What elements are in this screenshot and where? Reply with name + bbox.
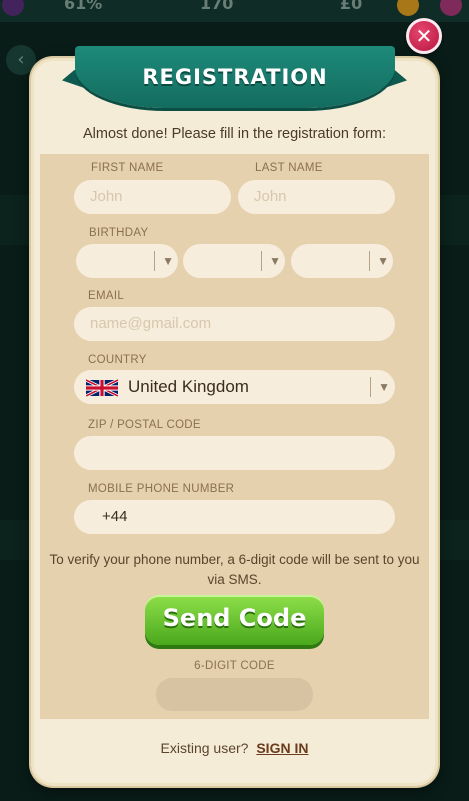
modal-title: REGISTRATION [142,65,328,89]
footer: Existing user? SIGN IN [40,740,429,756]
chevron-down-icon: ▼ [154,251,174,271]
phone-value: +44 [102,508,128,525]
first-name-field[interactable]: John [74,180,231,214]
zip-field[interactable] [74,436,395,470]
send-code-button[interactable]: Send Code [145,595,324,645]
code-field[interactable] [156,678,313,711]
country-label: COUNTRY [88,354,147,366]
country-value: United Kingdom [128,377,249,396]
chevron-down-icon: ▼ [370,377,390,397]
existing-user-text: Existing user? [160,740,249,756]
country-select[interactable]: United Kingdom ▼ [74,370,395,404]
title-ribbon: REGISTRATION [75,46,395,108]
phone-label: MOBILE PHONE NUMBER [88,483,235,495]
sms-note: To verify your phone number, a 6-digit c… [49,552,420,587]
first-name-label: FIRST NAME [91,162,164,174]
birthday-year-select[interactable]: ▼ [291,244,393,278]
last-name-field[interactable]: John [238,180,395,214]
uk-flag-icon [86,377,118,397]
intro-text: Almost done! Please fill in the registra… [82,126,387,142]
email-label: EMAIL [88,290,125,302]
code-label: 6-DIGIT CODE [194,660,275,672]
email-field[interactable]: name@gmail.com [74,307,395,341]
close-button[interactable]: ✕ [406,18,442,54]
close-icon: ✕ [415,24,433,48]
chevron-down-icon: ▼ [261,251,281,271]
birthday-month-select[interactable]: ▼ [183,244,285,278]
zip-label: ZIP / POSTAL CODE [88,419,201,431]
phone-field[interactable]: +44 [74,500,395,534]
sign-in-link[interactable]: SIGN IN [256,740,308,756]
chevron-down-icon: ▼ [369,251,389,271]
birthday-label: BIRTHDAY [89,227,149,239]
birthday-day-select[interactable]: ▼ [76,244,178,278]
last-name-label: LAST NAME [255,162,323,174]
